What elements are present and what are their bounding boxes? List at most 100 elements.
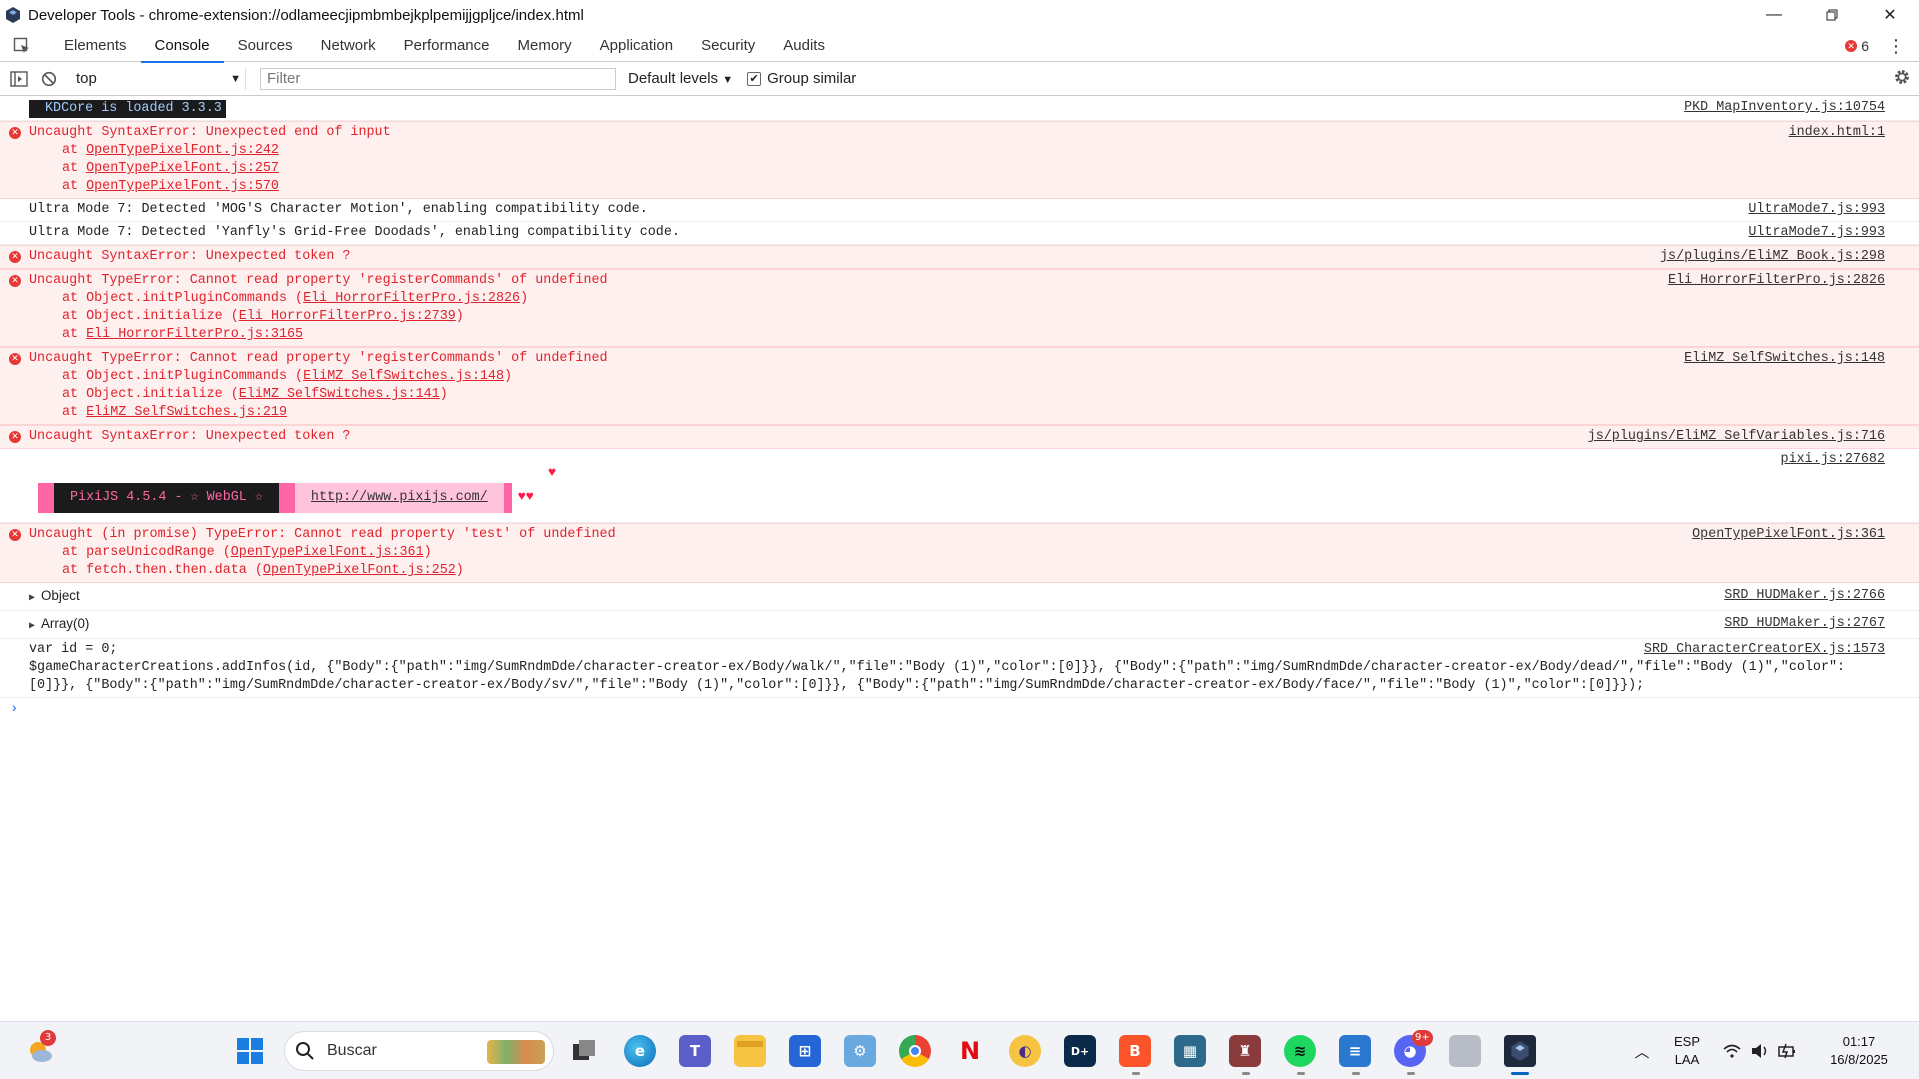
- control-panel-button[interactable]: ⚙: [844, 1035, 876, 1067]
- tab-network[interactable]: Network: [307, 30, 390, 62]
- devtools-taskbar-button[interactable]: [1504, 1035, 1536, 1067]
- filter-input[interactable]: [260, 67, 616, 90]
- show-hidden-icons-button[interactable]: ︿: [1626, 1035, 1658, 1067]
- sidebar-toggle-icon: [10, 70, 28, 87]
- stack-link[interactable]: OpenTypePixelFont.js:570: [86, 179, 279, 194]
- language-indicator[interactable]: ESP LAA: [1662, 1033, 1712, 1069]
- edge-button[interactable]: e: [624, 1035, 656, 1067]
- brave-button[interactable]: B: [1119, 1035, 1151, 1067]
- expand-triangle-icon: ▶: [29, 621, 36, 632]
- tab-memory[interactable]: Memory: [504, 30, 586, 62]
- stack-link[interactable]: OpenTypePixelFont.js:361: [231, 545, 424, 560]
- close-button[interactable]: ✕: [1861, 0, 1919, 30]
- tab-audits[interactable]: Audits: [769, 30, 839, 62]
- error-icon: ✕: [9, 353, 21, 365]
- log-levels-dropdown[interactable]: Default levels ▼: [628, 70, 733, 87]
- inspect-element-button[interactable]: [10, 34, 34, 58]
- source-link[interactable]: Eli_HorrorFilterPro.js:2826: [1668, 272, 1885, 290]
- stack-link[interactable]: OpenTypePixelFont.js:257: [86, 161, 279, 176]
- banner-stripe: [38, 483, 54, 513]
- stack-link[interactable]: Eli_HorrorFilterPro.js:2739: [239, 309, 456, 324]
- spotify-button[interactable]: ≋: [1284, 1035, 1316, 1067]
- group-similar-checkbox[interactable]: ✔: [747, 71, 762, 86]
- expand-array[interactable]: ▶ Array(0): [29, 616, 89, 633]
- source-link[interactable]: SRD_HUDMaker.js:2767: [1724, 615, 1885, 633]
- vpn-button[interactable]: ◐: [1009, 1035, 1041, 1067]
- console-settings-button[interactable]: [1893, 68, 1911, 90]
- prompt-chevron-icon: ›: [10, 701, 19, 717]
- stack-link[interactable]: OpenTypePixelFont.js:252: [263, 563, 456, 578]
- clear-icon: [41, 71, 57, 86]
- stack-link[interactable]: Eli_HorrorFilterPro.js:2826: [303, 291, 520, 306]
- running-indicator: [1352, 1072, 1360, 1075]
- source-link[interactable]: pixi.js:27682: [1781, 451, 1885, 469]
- group-similar-label: Group similar: [767, 70, 857, 87]
- console-message: ▶ Object SRD_HUDMaker.js:2766: [0, 583, 1919, 611]
- source-link[interactable]: SRD_CharacterCreatorEX.js:1573: [1644, 641, 1885, 659]
- netflix-button[interactable]: N: [954, 1035, 986, 1067]
- console-message: Ultra Mode 7: Detected 'MOG'S Character …: [0, 199, 1919, 222]
- tab-console[interactable]: Console: [140, 30, 224, 63]
- console-error: ✕ Uncaught (in promise) TypeError: Canno…: [0, 523, 1919, 583]
- source-link[interactable]: UltraMode7.js:993: [1748, 224, 1885, 242]
- notepad-button[interactable]: ≡: [1339, 1035, 1371, 1067]
- volume-status[interactable]: [1749, 1035, 1771, 1067]
- error-icon: ✕: [9, 431, 21, 443]
- store-button[interactable]: ⊞: [789, 1035, 821, 1067]
- banner-stripe: [503, 483, 512, 513]
- source-link[interactable]: js/plugins/EliMZ_Book.js:298: [1660, 248, 1885, 266]
- console-prompt[interactable]: ›: [0, 698, 1919, 720]
- console-message: KDCore is loaded 3.3.3 PKD_MapInventory.…: [0, 97, 1919, 121]
- battery-status[interactable]: [1777, 1035, 1799, 1067]
- battery-plug-icon: [1778, 1043, 1795, 1059]
- console-error: ✕ Uncaught SyntaxError: Unexpected end o…: [0, 121, 1919, 199]
- clapper-app-button[interactable]: ▦: [1174, 1035, 1206, 1067]
- clear-console-button[interactable]: [38, 68, 60, 90]
- restore-button[interactable]: [1803, 0, 1861, 30]
- group-similar-toggle[interactable]: ✔ Group similar: [747, 70, 856, 87]
- context-selector[interactable]: top ▼: [76, 67, 246, 90]
- console-messages: KDCore is loaded 3.3.3 PKD_MapInventory.…: [0, 97, 1919, 1021]
- levels-label: Default levels: [628, 70, 719, 87]
- stack-link[interactable]: Eli_HorrorFilterPro.js:3165: [86, 327, 303, 342]
- search-highlight-icon: [487, 1040, 545, 1064]
- clock[interactable]: 01:17 16/8/2025: [1818, 1033, 1900, 1069]
- tab-elements[interactable]: Elements: [50, 30, 141, 62]
- more-options-icon[interactable]: ⋮: [1887, 36, 1905, 57]
- source-link[interactable]: js/plugins/EliMZ_SelfVariables.js:716: [1588, 428, 1885, 446]
- tab-performance[interactable]: Performance: [390, 30, 504, 62]
- error-message: Uncaught (in promise) TypeError: Cannot …: [29, 527, 616, 542]
- error-counter[interactable]: ✕ 6: [1845, 38, 1869, 54]
- taskbar-search[interactable]: Buscar: [284, 1031, 554, 1071]
- stack-link[interactable]: EliMZ_SelfSwitches.js:148: [303, 369, 504, 384]
- start-button[interactable]: [234, 1035, 266, 1067]
- stack-link[interactable]: EliMZ_SelfSwitches.js:219: [86, 405, 287, 420]
- expand-object[interactable]: ▶ Object: [29, 588, 80, 605]
- weather-badge: 3: [40, 1030, 56, 1046]
- teams-button[interactable]: T: [679, 1035, 711, 1067]
- disney-plus-button[interactable]: D+: [1064, 1035, 1096, 1067]
- source-link[interactable]: SRD_HUDMaker.js:2766: [1724, 587, 1885, 605]
- blank-app-button[interactable]: [1449, 1035, 1481, 1067]
- running-indicator: [1407, 1072, 1415, 1075]
- stack-link[interactable]: OpenTypePixelFont.js:242: [86, 143, 279, 158]
- error-icon: ✕: [9, 127, 21, 139]
- tab-application[interactable]: Application: [586, 30, 687, 62]
- stack-link[interactable]: EliMZ_SelfSwitches.js:141: [239, 387, 440, 402]
- minimize-button[interactable]: —: [1745, 0, 1803, 30]
- chrome-button[interactable]: [899, 1035, 931, 1067]
- source-link[interactable]: PKD_MapInventory.js:10754: [1684, 99, 1885, 117]
- task-view-button[interactable]: [568, 1035, 600, 1067]
- network-status[interactable]: [1721, 1035, 1743, 1067]
- source-link[interactable]: OpenTypePixelFont.js:361: [1692, 526, 1885, 544]
- tab-security[interactable]: Security: [687, 30, 769, 62]
- tab-sources[interactable]: Sources: [224, 30, 307, 62]
- file-explorer-button[interactable]: [734, 1035, 766, 1067]
- castle-app-button[interactable]: ♜: [1229, 1035, 1261, 1067]
- show-sidebar-button[interactable]: [8, 68, 30, 90]
- source-link[interactable]: EliMZ_SelfSwitches.js:148: [1684, 350, 1885, 368]
- source-link[interactable]: UltraMode7.js:993: [1748, 201, 1885, 219]
- pixi-url-link[interactable]: http://www.pixijs.com/: [311, 490, 488, 505]
- inspect-icon: [13, 37, 29, 53]
- source-link[interactable]: index.html:1: [1789, 124, 1885, 142]
